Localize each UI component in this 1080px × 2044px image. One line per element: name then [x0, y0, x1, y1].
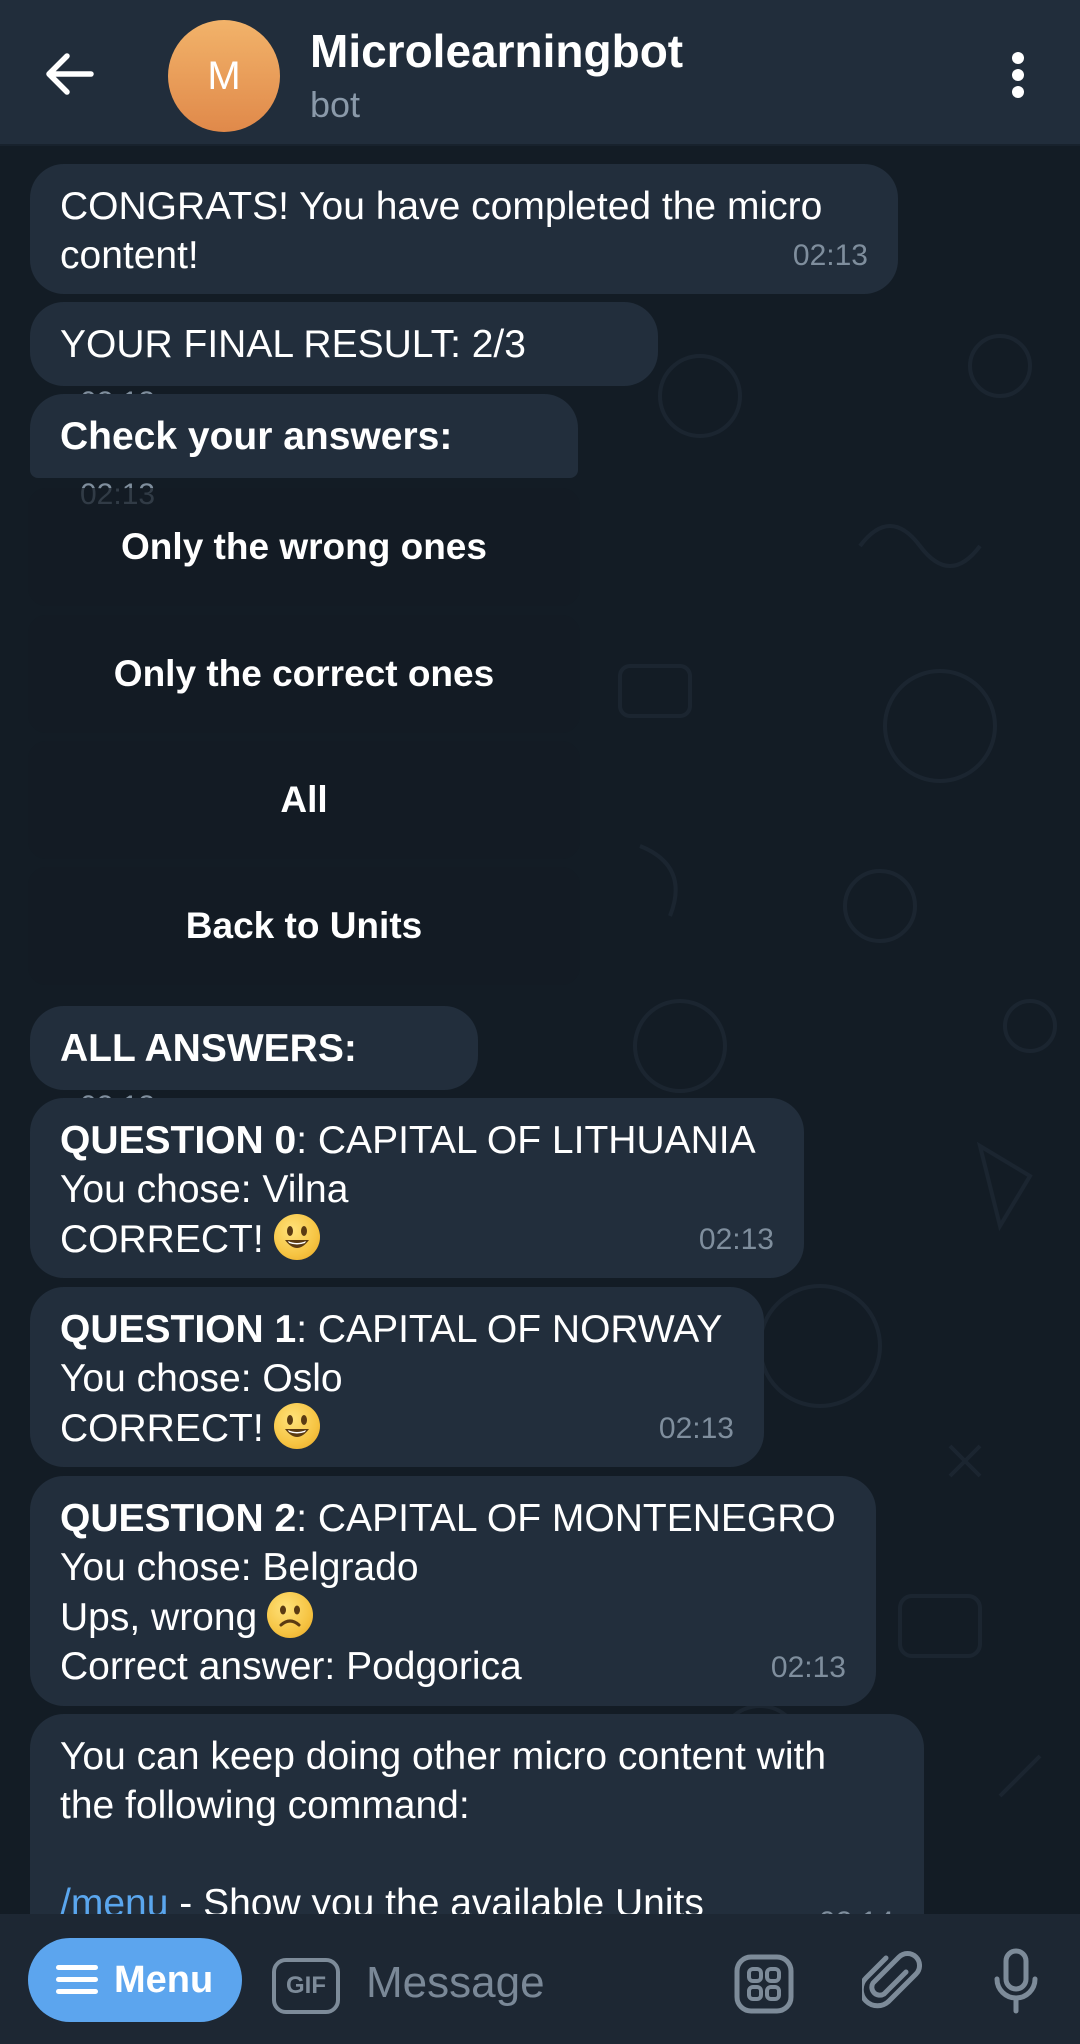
message-text: YOUR FINAL RESULT: 2/3 — [60, 323, 526, 366]
question-choice: You chose: Vilna — [60, 1168, 349, 1211]
paperclip-icon — [862, 1951, 922, 2009]
message-congrats: CONGRATS! You have completed the micro c… — [30, 164, 898, 294]
button-all[interactable]: All — [28, 741, 580, 859]
message-question-0: QUESTION 0: CAPITAL OF LITHUANIA You cho… — [30, 1098, 804, 1278]
message-time: 02:13 — [658, 1412, 734, 1445]
message-question-2: QUESTION 2: CAPITAL OF MONTENEGRO You ch… — [30, 1476, 876, 1706]
back-button[interactable] — [38, 42, 102, 106]
message-check-answers: Check your answers: 02:13 — [30, 394, 578, 511]
question-label: QUESTION 1 — [60, 1308, 297, 1351]
message-time: 02:13 — [792, 239, 868, 272]
attach-button[interactable] — [856, 1946, 928, 2018]
menu-button-label: Menu — [114, 1958, 214, 2001]
button-back-to-units[interactable]: Back to Units — [28, 867, 580, 985]
message-line-2: the following command: — [60, 1784, 470, 1827]
more-options-button[interactable] — [986, 40, 1050, 110]
message-text: ALL ANSWERS: — [60, 1027, 357, 1070]
question-correct-answer: Correct answer: Podgorica — [60, 1645, 522, 1688]
message-line-1: You can keep doing other micro content w… — [60, 1735, 827, 1778]
chat-subtitle: bot — [310, 84, 361, 125]
question-choice: You chose: Oslo — [60, 1357, 343, 1400]
grinning-face-icon — [273, 1403, 320, 1449]
message-text: Check your answers: — [60, 415, 453, 458]
question-title: : CAPITAL OF LITHUANIA — [296, 1119, 756, 1162]
question-title: : CAPITAL OF MONTENEGRO — [296, 1497, 836, 1540]
sticker-button[interactable] — [730, 1950, 798, 2018]
question-result: CORRECT! — [60, 1218, 264, 1261]
gif-icon[interactable]: GIF — [272, 1958, 340, 2014]
grinning-face-icon — [273, 1214, 320, 1260]
message-time: 02:13 — [698, 1223, 774, 1256]
bot-menu-button[interactable]: Menu — [28, 1938, 242, 2022]
slightly-frowning-face-icon — [267, 1592, 314, 1638]
avatar-letter: M — [207, 53, 241, 98]
microphone-icon — [994, 1948, 1038, 2014]
button-only-wrong[interactable]: Only the wrong ones — [28, 488, 580, 606]
question-choice: You chose: Belgrado — [60, 1546, 419, 1589]
question-result: CORRECT! — [60, 1407, 264, 1450]
hamburger-icon — [56, 1965, 98, 1995]
message-input[interactable] — [366, 1950, 696, 2016]
message-final-result: YOUR FINAL RESULT: 2/3 02:13 — [30, 302, 658, 419]
message-text: CONGRATS! You have completed the micro c… — [60, 185, 823, 277]
voice-button[interactable] — [980, 1944, 1052, 2020]
chat-title[interactable]: Microlearningbot — [310, 24, 683, 78]
question-label: QUESTION 0 — [60, 1119, 297, 1162]
vertical-dots-icon — [1012, 52, 1024, 98]
question-title: : CAPITAL OF NORWAY — [296, 1308, 723, 1351]
message-question-1: QUESTION 1: CAPITAL OF NORWAY You chose:… — [30, 1287, 764, 1467]
chat-header: M Microlearningbot bot — [0, 0, 1080, 146]
message-input-bar: Menu GIF — [0, 1914, 1080, 2044]
avatar[interactable]: M — [168, 20, 280, 132]
message-time: 02:13 — [770, 1651, 846, 1684]
grid-squares-icon — [734, 1954, 794, 2014]
question-label: QUESTION 2 — [60, 1497, 297, 1540]
button-only-correct[interactable]: Only the correct ones — [28, 615, 580, 733]
message-all-answers: ALL ANSWERS: 02:13 — [30, 1006, 478, 1123]
question-result: Ups, wrong — [60, 1596, 258, 1639]
arrow-left-icon — [46, 53, 94, 95]
